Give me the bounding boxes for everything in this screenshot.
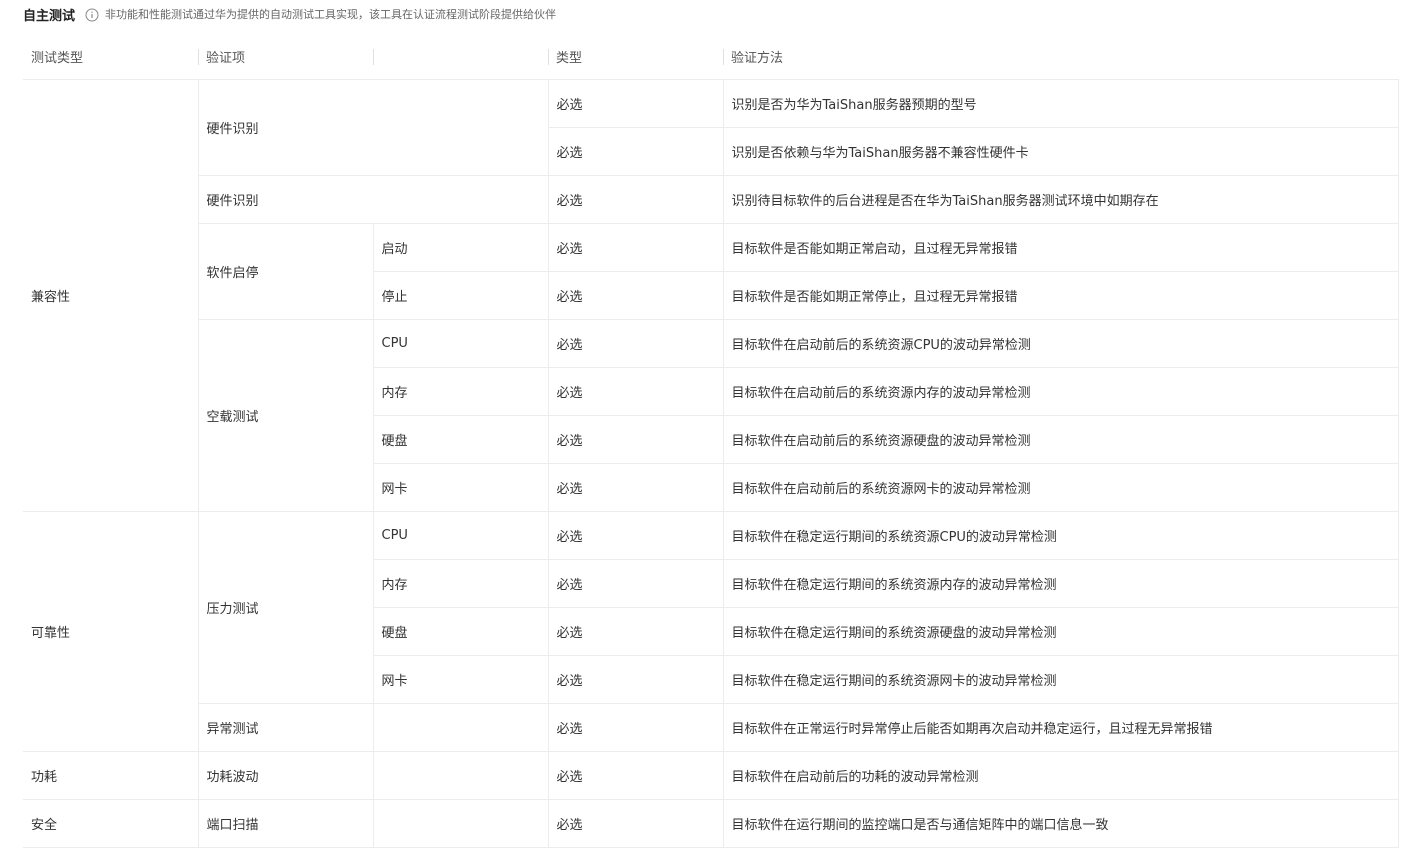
sub-item-cell: CPU [372,510,549,560]
table-row: 功耗 功耗波动 必选 目标软件在启动前后的功耗的波动异常检测 [23,750,1399,800]
type-cell: 必选 [547,798,724,848]
sub-item-cell: 网卡 [372,654,549,704]
method-cell: 目标软件在稳定运行期间的系统资源硬盘的波动异常检测 [722,606,1399,656]
type-cell: 必选 [547,606,724,656]
type-cell: 必选 [547,126,724,176]
table-row: 异常测试 必选 目标软件在正常运行时异常停止后能否如期再次启动并稳定运行，且过程… [23,702,1399,752]
item-cell-software-start-stop: 软件启停 [197,222,374,320]
method-cell: 识别是否为华为TaiShan服务器预期的型号 [722,78,1399,128]
item-cell-hardware-id: 硬件识别 [197,78,549,176]
type-cell: 必选 [547,750,724,800]
method-cell: 目标软件在稳定运行期间的系统资源网卡的波动异常检测 [722,654,1399,704]
method-cell: 目标软件在启动前后的系统资源网卡的波动异常检测 [722,462,1399,512]
table-row: 兼容性 硬件识别 必选 识别是否为华为TaiShan服务器预期的型号 [23,78,1399,512]
group-cell-security: 安全 [23,798,199,848]
method-cell: 目标软件在启动前后的系统资源硬盘的波动异常检测 [722,414,1399,464]
type-cell: 必选 [547,318,724,368]
column-header-sub-item [373,35,548,80]
column-header-verify-item: 验证项 [198,35,373,80]
table-row: 可靠性 压力测试 CPU 必选 目标软件在稳定运行期间的系统资源CPU的波动异常… [23,510,1399,752]
column-header-type: 类型 [548,35,723,80]
group-cell-compat: 兼容性 [23,78,199,512]
method-cell: 目标软件在正常运行时异常停止后能否如期再次启动并稳定运行，且过程无异常报错 [722,702,1399,752]
item-cell-stress-test: 压力测试 [197,510,374,704]
type-cell: 必选 [547,366,724,416]
method-cell: 目标软件在启动前后的系统资源内存的波动异常检测 [722,366,1399,416]
section-title: 自主测试 [23,8,76,24]
sub-item-cell: 内存 [372,366,549,416]
type-cell: 必选 [547,222,724,272]
sub-item-cell: CPU [372,318,549,368]
column-header-verify-method: 验证方法 [723,35,1398,80]
item-cell-hardware-id: 硬件识别 [197,174,549,224]
group-cell-reliability: 可靠性 [23,510,199,752]
type-cell: 必选 [547,174,724,224]
table-row: 硬件识别 必选 识别待目标软件的后台进程是否在华为TaiShan服务器测试环境中… [23,174,1399,224]
group-cell-power: 功耗 [23,750,199,800]
info-circle-icon [85,7,99,22]
table-header-row: 测试类型 验证项 类型 验证方法 [23,35,1398,80]
type-cell: 必选 [547,270,724,320]
method-cell: 目标软件在启动前后的功耗的波动异常检测 [722,750,1399,800]
sub-item-cell: 启动 [372,222,549,272]
type-cell: 必选 [547,414,724,464]
sub-item-cell-empty [372,702,549,752]
type-cell: 必选 [547,558,724,608]
type-cell: 必选 [547,78,724,128]
item-cell-power-fluctuation: 功耗波动 [197,750,374,800]
method-cell: 目标软件是否能如期正常停止，且过程无异常报错 [722,270,1399,320]
method-cell: 识别待目标软件的后台进程是否在华为TaiShan服务器测试环境中如期存在 [722,174,1399,224]
column-header-test-type: 测试类型 [23,35,198,80]
sub-item-cell: 硬盘 [372,606,549,656]
type-cell: 必选 [547,462,724,512]
type-cell: 必选 [547,702,724,752]
section-header: 自主测试 非功能和性能测试通过华为提供的自动测试工具实现，该工具在认证流程测试阶… [23,4,556,24]
item-cell-port-scan: 端口扫描 [197,798,374,848]
method-cell: 目标软件在启动前后的系统资源CPU的波动异常检测 [722,318,1399,368]
type-cell: 必选 [547,510,724,560]
method-cell: 目标软件是否能如期正常启动，且过程无异常报错 [722,222,1399,272]
table-row: 空载测试 CPU 必选 目标软件在启动前后的系统资源CPU的波动异常检测 [23,318,1399,512]
method-cell: 目标软件在运行期间的监控端口是否与通信矩阵中的端口信息一致 [722,798,1399,848]
sub-item-cell: 停止 [372,270,549,320]
method-cell: 目标软件在稳定运行期间的系统资源内存的波动异常检测 [722,558,1399,608]
type-cell: 必选 [547,654,724,704]
item-cell-exception-test: 异常测试 [197,702,374,752]
method-cell: 识别是否依赖与华为TaiShan服务器不兼容性硬件卡 [722,126,1399,176]
sub-item-cell-empty [372,750,549,800]
sub-item-cell: 内存 [372,558,549,608]
table-row: 安全 端口扫描 必选 目标软件在运行期间的监控端口是否与通信矩阵中的端口信息一致 [23,798,1399,848]
sub-item-cell: 网卡 [372,462,549,512]
sub-item-cell-empty [372,798,549,848]
section-description: 非功能和性能测试通过华为提供的自动测试工具实现，该工具在认证流程测试阶段提供给伙… [105,8,557,21]
method-cell: 目标软件在稳定运行期间的系统资源CPU的波动异常检测 [722,510,1399,560]
sub-item-cell: 硬盘 [372,414,549,464]
test-items-table: 测试类型 验证项 类型 验证方法 兼容性 硬件识别 必选 识别是否为华为TaiS… [23,35,1399,848]
table-row: 软件启停 启动 必选 目标软件是否能如期正常启动，且过程无异常报错 [23,222,1399,320]
item-cell-idle-test: 空载测试 [197,318,374,512]
